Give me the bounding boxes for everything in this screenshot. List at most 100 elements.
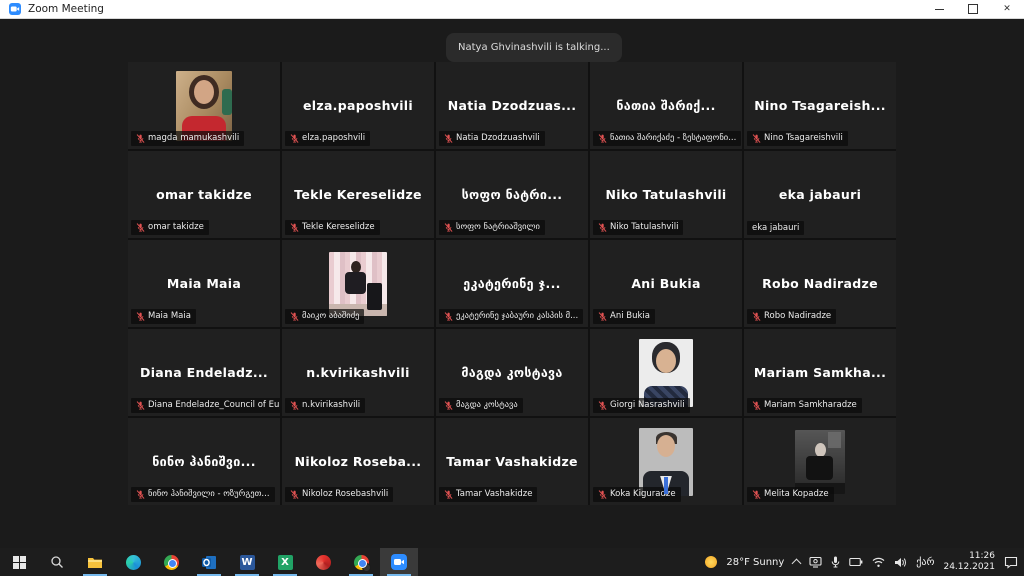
participant-tile-tamar-vashakidze[interactable]: Tamar Vashakidze Tamar Vashakidze	[436, 418, 588, 505]
muted-mic-icon	[290, 223, 299, 232]
participant-tile-giorgi-nasrashvili[interactable]: Giorgi Nasrashvili	[590, 329, 742, 416]
window-title: Zoom Meeting	[28, 3, 104, 15]
participant-tile-melita-kopadze[interactable]: Melita Kopadze	[744, 418, 896, 505]
participant-video-feed	[329, 252, 387, 316]
active-speaker-toast: Natya Ghvinashvili is talking...	[446, 33, 622, 62]
participant-tile-koka-kiguradze[interactable]: Koka Kiguradze	[590, 418, 742, 505]
participant-tile-tekle-kereselidze[interactable]: Tekle Kereselidze Tekle Kereselidze	[282, 151, 434, 238]
taskbar-file-explorer[interactable]	[76, 548, 114, 576]
participant-display-name: omar takidze	[156, 187, 252, 202]
participant-label-text: Maia Maia	[148, 312, 191, 321]
participant-tile-nino-tsagareishvili[interactable]: Nino Tsagareish... Nino Tsagareishvili	[744, 62, 896, 149]
clock-date: 24.12.2021	[943, 562, 995, 573]
muted-mic-icon	[290, 312, 299, 321]
participant-name-label: Nino Tsagareishvili	[747, 131, 848, 146]
participant-tile-natia-sharikadze[interactable]: ნათია შარიქ... ნათია შარიქაძე - ზესტაფონ…	[590, 62, 742, 149]
taskbar-search-button[interactable]	[38, 548, 76, 576]
participant-tile-ekaterine-jabauri[interactable]: ეკატერინე ჯ... ეკატერინე ჯაბაური კასპის …	[436, 240, 588, 327]
microphone-icon[interactable]	[831, 556, 840, 568]
participant-label-text: Nikoloz Rosebashvili	[302, 490, 388, 499]
participant-tile-maia-maia[interactable]: Maia Maia Maia Maia	[128, 240, 280, 327]
muted-mic-icon	[136, 134, 145, 143]
participant-tile-nino-hanishvili[interactable]: ნინო ჰანიშვი... ნინო ჰანიშვილი - ოზურგეთ…	[128, 418, 280, 505]
participant-display-name: მაგდა კოსტავა	[461, 365, 562, 380]
participant-tile-n-kvirikashvili[interactable]: n.kvirikashvili n.kvirikashvili	[282, 329, 434, 416]
display-sync-icon[interactable]	[809, 556, 822, 568]
taskbar-zoom-active[interactable]	[380, 548, 418, 576]
wifi-icon[interactable]	[872, 557, 885, 568]
muted-mic-icon	[444, 134, 453, 143]
system-tray: 28°F Sunny ქარ 11:26	[705, 551, 1024, 574]
taskbar-red-app[interactable]	[304, 548, 342, 576]
weather-text[interactable]: 28°F Sunny	[726, 557, 784, 568]
tray-expand-chevron-icon[interactable]	[792, 559, 802, 569]
participant-profile-photo	[795, 430, 845, 494]
participant-name-label: elza.paposhvili	[285, 131, 370, 146]
taskbar-word[interactable]: W	[228, 548, 266, 576]
muted-mic-icon	[752, 312, 761, 321]
zoom-taskbar-icon	[391, 554, 407, 570]
participant-label-text: Diana Endeladze_Council of Europe	[148, 401, 280, 410]
battery-icon[interactable]	[849, 557, 863, 567]
participant-tile-robo-nadiradze[interactable]: Robo Nadiradze Robo Nadiradze	[744, 240, 896, 327]
participant-tile-ani-bukia[interactable]: Ani Bukia Ani Bukia	[590, 240, 742, 327]
participant-tile-magda-kostava[interactable]: მაგდა კოსტავა მაგდა კოსტავა	[436, 329, 588, 416]
participant-label-text: ეკატერინე ჯაბაური კასპის მ...	[456, 312, 578, 321]
edge-icon	[126, 555, 141, 570]
minimize-icon	[935, 9, 944, 10]
participant-tile-natia-dzodzuashvili[interactable]: Natia Dzodzuas... Natia Dzodzuashvili	[436, 62, 588, 149]
participant-label-text: ნინო ჰანიშვილი - ოზურგეთ...	[148, 490, 270, 499]
participant-label-text: Mariam Samkharadze	[764, 401, 857, 410]
participant-tile-magda-mamukashvili[interactable]: magda mamukashvili	[128, 62, 280, 149]
muted-mic-icon	[136, 401, 145, 410]
participant-label-text: Giorgi Nasrashvili	[610, 401, 685, 410]
participant-label-text: მაიკო აბაშიძე	[302, 312, 359, 321]
participant-display-name: eka jabauri	[779, 187, 861, 202]
participant-tile-mariam-samkharadze[interactable]: Mariam Samkha... Mariam Samkharadze	[744, 329, 896, 416]
profile-badge	[362, 563, 371, 572]
participant-display-name: Tekle Kereselidze	[294, 187, 422, 202]
outlook-icon	[201, 555, 217, 570]
participant-name-label: ნინო ჰანიშვილი - ოზურგეთ...	[131, 487, 275, 502]
keyboard-language-indicator[interactable]: ქარ	[916, 557, 934, 568]
participant-display-name: Natia Dzodzuas...	[448, 98, 577, 113]
muted-mic-icon	[598, 223, 607, 232]
minimize-button[interactable]	[922, 0, 956, 18]
participant-label-text: ნათია შარიქაძე - ზესტაფონი...	[610, 134, 736, 143]
weather-sun-icon	[705, 556, 717, 568]
participant-tile-nikoloz-rosebashvili[interactable]: Nikoloz Roseba... Nikoloz Rosebashvili	[282, 418, 434, 505]
muted-mic-icon	[598, 490, 607, 499]
taskbar-chrome[interactable]	[152, 548, 190, 576]
participant-name-label: Natia Dzodzuashvili	[439, 131, 545, 146]
taskbar-excel[interactable]: X	[266, 548, 304, 576]
close-button[interactable]: ✕	[990, 0, 1024, 18]
participant-tile-eka-jabauri[interactable]: eka jabauri eka jabauri	[744, 151, 896, 238]
participant-tile-elza-paposhvili[interactable]: elza.paposhvili elza.paposhvili	[282, 62, 434, 149]
action-center-icon[interactable]	[1004, 556, 1018, 569]
participant-label-text: Nino Tsagareishvili	[764, 134, 843, 143]
taskbar-clock[interactable]: 11:26 24.12.2021	[943, 551, 995, 574]
participant-display-name: სოფო ნატრი...	[462, 187, 563, 202]
muted-mic-icon	[136, 490, 145, 499]
participant-name-label: Tamar Vashakidze	[439, 487, 537, 502]
participant-label-text: Robo Nadiradze	[764, 312, 831, 321]
participant-display-name: n.kvirikashvili	[306, 365, 409, 380]
participant-video-feed	[176, 71, 232, 141]
participant-tile-niko-tatulashvili[interactable]: Niko Tatulashvili Niko Tatulashvili	[590, 151, 742, 238]
start-button[interactable]	[0, 548, 38, 576]
participant-tile-maiko-abashidze[interactable]: მაიკო აბაშიძე	[282, 240, 434, 327]
participant-tile-sopo-natriashvili[interactable]: სოფო ნატრი... სოფო ნატრიაშვილი	[436, 151, 588, 238]
taskbar-chrome-profile[interactable]	[342, 548, 380, 576]
maximize-button[interactable]	[956, 0, 990, 18]
chrome-icon	[164, 555, 179, 570]
participant-display-name: Mariam Samkha...	[754, 365, 886, 380]
taskbar-outlook[interactable]	[190, 548, 228, 576]
participant-tile-omar-takidze[interactable]: omar takidze omar takidze	[128, 151, 280, 238]
participant-tile-diana-endeladze[interactable]: Diana Endeladz... Diana Endeladze_Counci…	[128, 329, 280, 416]
participant-profile-photo	[639, 428, 693, 496]
speaker-icon[interactable]	[894, 557, 907, 568]
search-icon	[50, 555, 64, 569]
participant-display-name: Nino Tsagareish...	[754, 98, 886, 113]
participant-name-label: Diana Endeladze_Council of Europe	[131, 398, 280, 413]
taskbar-edge[interactable]	[114, 548, 152, 576]
